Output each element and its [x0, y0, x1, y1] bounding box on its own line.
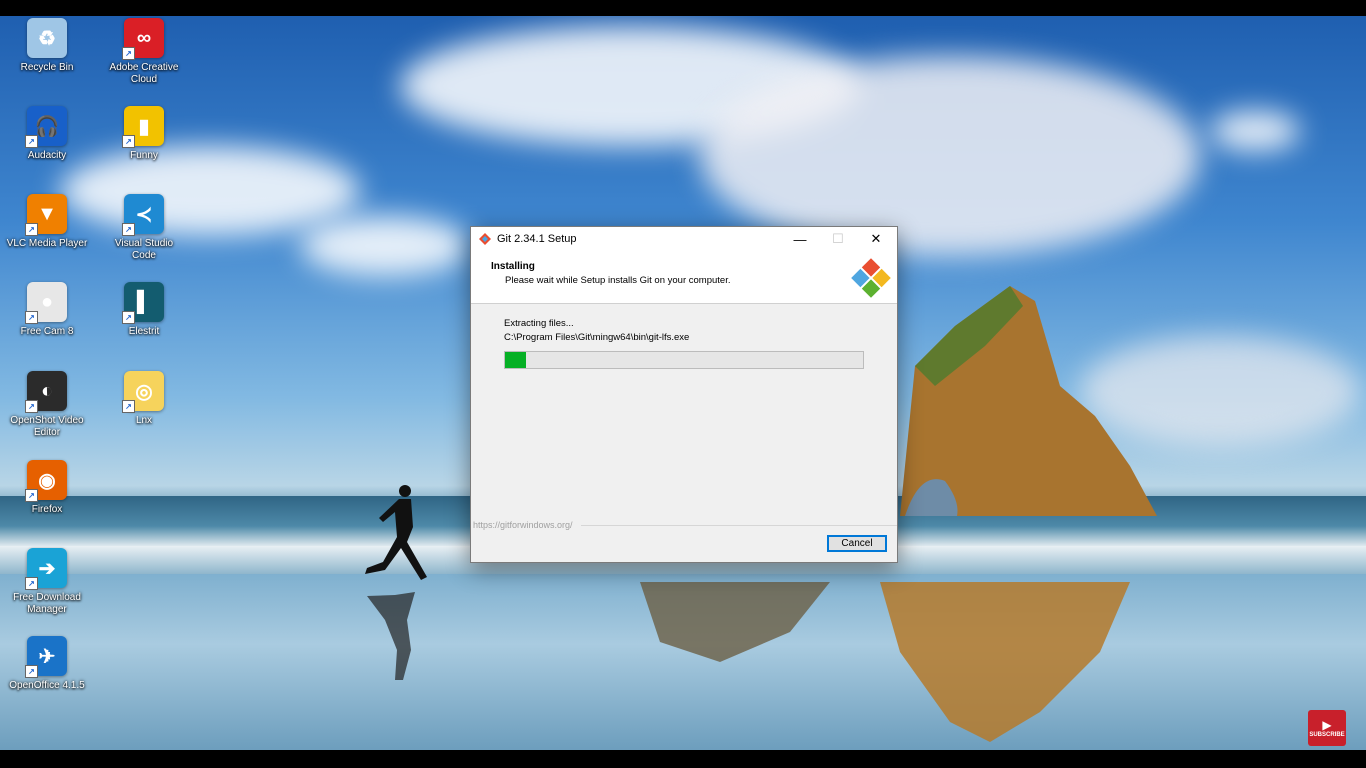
shortcut-arrow-icon: ↗ — [25, 400, 38, 413]
desktop-icon[interactable]: ◐ ↗ OpenShot Video Editor — [6, 371, 88, 457]
play-icon: ▶ — [1322, 718, 1332, 732]
desktop-icon[interactable]: ♻ Recycle Bin — [6, 18, 88, 104]
desktop-icon-label: Recycle Bin — [20, 62, 74, 73]
cloud — [300, 216, 470, 276]
adobe-cc-icon: ∞ ↗ — [122, 18, 164, 60]
desktop-icon[interactable]: ▮ ↗ Funny — [103, 106, 185, 192]
subscribe-label: SUBSCRIBE — [1309, 732, 1345, 738]
shortcut-arrow-icon: ↗ — [25, 489, 38, 502]
desktop-icon[interactable]: 🎧 ↗ Audacity — [6, 106, 88, 192]
header-subtitle: Please wait while Setup installs Git on … — [505, 275, 731, 286]
audacity-icon: 🎧 ↗ — [25, 106, 67, 148]
subscribe-badge[interactable]: ▶ SUBSCRIBE — [1308, 710, 1346, 746]
shortcut-arrow-icon: ↗ — [25, 311, 38, 324]
progress-bar — [504, 351, 864, 369]
shortcut-arrow-icon: ↗ — [25, 577, 38, 590]
openoffice-icon: ✈ ↗ — [25, 636, 67, 678]
rock-arch — [900, 286, 1157, 516]
window-title: Git 2.34.1 Setup — [497, 233, 577, 245]
desktop-icon-label: OpenShot Video Editor — [10, 415, 84, 438]
desktop-icon-label: OpenOffice 4.1.5 — [9, 680, 85, 691]
shortcut-arrow-icon: ↗ — [122, 311, 135, 324]
desktop-icon[interactable]: ▼ ↗ VLC Media Player — [6, 194, 88, 280]
wizard-body: Extracting files... C:\Program Files\Git… — [471, 304, 897, 522]
maximize-button[interactable]: ☐ — [819, 227, 857, 251]
cloud — [1210, 111, 1300, 151]
shortcut-arrow-icon: ↗ — [122, 400, 135, 413]
shortcut-arrow-icon: ↗ — [25, 223, 38, 236]
shortcut-arrow-icon: ↗ — [122, 47, 135, 60]
desktop-icon[interactable]: ◎ ↗ Lnx — [103, 371, 185, 457]
cancel-button[interactable]: Cancel — [827, 535, 887, 552]
shortcut-arrow-icon: ↗ — [25, 665, 38, 678]
recycle-bin-icon: ♻ — [27, 18, 67, 58]
shortcut-arrow-icon: ↗ — [122, 223, 135, 236]
desktop-icon[interactable]: ◉ ↗ Firefox — [6, 460, 88, 546]
shortcut-arrow-icon: ↗ — [25, 135, 38, 148]
website-url: https://gitforwindows.org/ — [473, 520, 573, 530]
shortcut-arrow-icon: ↗ — [122, 135, 135, 148]
desktop-icon[interactable]: ✈ ↗ OpenOffice 4.1.5 — [6, 636, 88, 722]
desktop: ♻ Recycle Bin ∞ ↗ Adobe Creative Cloud 🎧 ↗ Auda… — [0, 16, 1366, 750]
vscode-icon: ≺ ↗ — [122, 194, 164, 236]
chrome-icon: ◎ ↗ — [122, 371, 164, 413]
desktop-icon-label: Firefox — [31, 504, 63, 515]
desktop-icon[interactable]: ➔ ↗ Free Download Manager — [6, 548, 88, 634]
fdm-icon: ➔ ↗ — [25, 548, 67, 590]
openshot-icon: ◐ ↗ — [25, 371, 67, 413]
minimize-button[interactable]: — — [781, 227, 819, 251]
reflection-dark — [640, 582, 830, 662]
firefox-icon: ◉ ↗ — [25, 460, 67, 502]
freecam-icon: ● ↗ — [25, 282, 67, 324]
desktop-icon[interactable]: ● ↗ Free Cam 8 — [6, 282, 88, 368]
vlc-icon: ▼ ↗ — [25, 194, 67, 236]
wizard-footer: https://gitforwindows.org/ Cancel — [471, 520, 897, 562]
desktop-icon[interactable]: ∞ ↗ Adobe Creative Cloud — [103, 18, 185, 104]
desktop-icon-label: VLC Media Player — [6, 238, 88, 249]
status-text: Extracting files... — [504, 318, 574, 329]
title-bar[interactable]: Git 2.34.1 Setup — ☐ ✕ — [471, 227, 897, 251]
close-button[interactable]: ✕ — [857, 227, 895, 251]
rock-reflection — [880, 582, 1130, 742]
desktop-icon-label: Elestrit — [128, 326, 160, 337]
git-logo-icon — [851, 258, 891, 298]
runner-silhouette — [365, 485, 427, 580]
header-title: Installing — [491, 261, 535, 272]
funny-icon: ▮ ↗ — [122, 106, 164, 148]
desktop-icon-label: Visual Studio Code — [114, 238, 174, 261]
git-app-icon — [479, 233, 491, 245]
desktop-icon[interactable]: ≺ ↗ Visual Studio Code — [103, 194, 185, 280]
progress-fill — [505, 352, 527, 368]
desktop-icon-label: Adobe Creative Cloud — [109, 62, 179, 85]
desktop-icon-label: Lnx — [135, 415, 153, 426]
elestrit-icon: ▌ ↗ — [122, 282, 164, 324]
desktop-icon-label: Free Cam 8 — [20, 326, 74, 337]
wizard-header: Installing Please wait while Setup insta… — [471, 251, 897, 304]
runner-reflection — [367, 592, 415, 680]
desktop-icon[interactable]: ▌ ↗ Elestrit — [103, 282, 185, 368]
footer-divider — [581, 525, 897, 526]
desktop-icon-label: Free Download Manager — [13, 592, 81, 615]
desktop-icon-label: Funny — [130, 150, 158, 161]
git-setup-dialog: Git 2.34.1 Setup — ☐ ✕ Installing Please… — [470, 226, 898, 563]
current-file-path: C:\Program Files\Git\mingw64\bin\git-lfs… — [504, 332, 690, 343]
desktop-icon-label: Audacity — [27, 150, 67, 161]
